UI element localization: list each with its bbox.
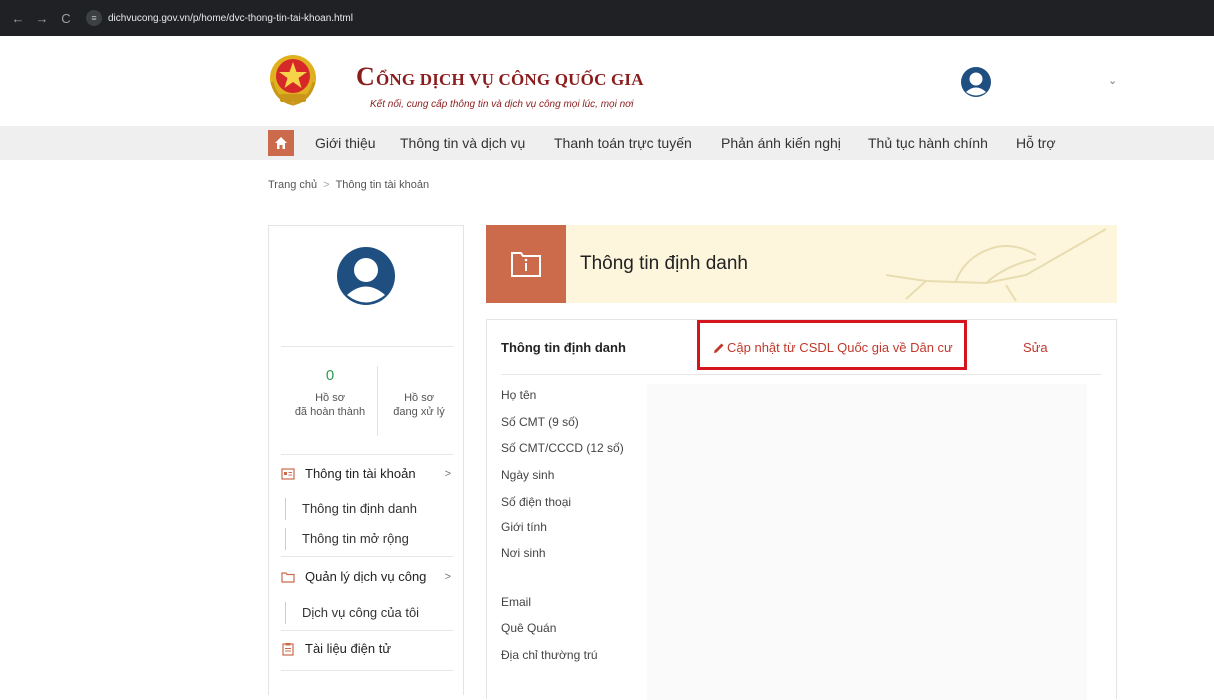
stat-label-line: đang xử lý bbox=[393, 406, 445, 418]
folder-info-icon bbox=[511, 252, 541, 277]
sidebar-group-service-management[interactable]: Quản lý dịch vụ công > bbox=[281, 569, 453, 584]
field-label-email: Email bbox=[501, 595, 532, 609]
stat-label-line: Hồ sơ bbox=[404, 392, 434, 404]
menu-item-thong-tin-dich-vu[interactable]: Thông tin và dịch vụ bbox=[400, 135, 525, 151]
url-text: dichvucong.gov.vn/p/home/dvc-thong-tin-t… bbox=[108, 12, 353, 24]
sidebar-group-label: Thông tin tài khoản bbox=[305, 466, 416, 481]
edit-link[interactable]: Sửa bbox=[1023, 340, 1048, 355]
field-label-ho-ten: Họ tên bbox=[501, 388, 537, 402]
sidebar-divider bbox=[281, 454, 453, 455]
stat-label-line: Hồ sơ bbox=[315, 392, 345, 404]
highlight-annotation-box bbox=[697, 320, 967, 370]
home-button[interactable] bbox=[268, 130, 294, 156]
profile-avatar-icon bbox=[337, 247, 395, 305]
info-values-area bbox=[647, 384, 1087, 700]
stat-label-line: đã hoàn thành bbox=[294, 406, 366, 418]
stat-processing-label: Hồ sơ đang xử lý bbox=[379, 391, 459, 419]
stat-separator bbox=[377, 366, 378, 436]
title-initial: C bbox=[356, 62, 375, 91]
menu-item-thu-tuc[interactable]: Thủ tục hành chính bbox=[868, 135, 988, 151]
menu-item-phan-anh[interactable]: Phản ánh kiến nghị bbox=[721, 135, 841, 151]
sidebar-item-thong-tin-mo-rong[interactable]: Thông tin mở rộng bbox=[285, 528, 409, 550]
banner-icon-box bbox=[486, 225, 566, 303]
address-bar[interactable]: ≡ dichvucong.gov.vn/p/home/dvc-thong-tin… bbox=[86, 6, 353, 30]
forward-icon[interactable]: → bbox=[32, 8, 52, 28]
breadcrumb-separator: > bbox=[323, 179, 330, 191]
breadcrumb-home[interactable]: Trang chủ bbox=[268, 179, 317, 191]
account-sidebar: 0 Hồ sơ đã hoàn thành Hồ sơ đang xử lý T… bbox=[268, 225, 464, 695]
reload-icon[interactable]: C bbox=[56, 8, 76, 28]
field-label-dia-chi-thuong-tru: Địa chỉ thường trú bbox=[501, 648, 598, 662]
field-label-so-cmt-9: Số CMT (9 số) bbox=[501, 415, 579, 429]
sidebar-divider bbox=[281, 556, 453, 557]
stat-completed-label: Hồ sơ đã hoàn thành bbox=[281, 391, 379, 419]
site-header: CỔNG DỊCH VỤ CÔNG QUỐC GIA Kết nối, cung… bbox=[0, 36, 1214, 128]
id-card-icon bbox=[281, 467, 295, 480]
sidebar-item-dich-vu-cong-cua-toi[interactable]: Dịch vụ công của tôi bbox=[285, 602, 419, 624]
stat-completed[interactable]: 0 Hồ sơ đã hoàn thành bbox=[281, 367, 379, 419]
panel-title: Thông tin định danh bbox=[501, 340, 626, 355]
chevron-right-icon: > bbox=[444, 467, 451, 480]
field-label-que-quan: Quê Quán bbox=[501, 621, 557, 635]
stat-completed-count: 0 bbox=[325, 367, 335, 384]
menu-item-gioi-thieu[interactable]: Giới thiệu bbox=[315, 135, 376, 151]
menu-item-thanh-toan[interactable]: Thanh toán trực tuyến bbox=[554, 135, 692, 151]
sidebar-divider bbox=[281, 630, 453, 631]
field-label-noi-sinh: Nơi sinh bbox=[501, 546, 546, 560]
stat-processing[interactable]: Hồ sơ đang xử lý bbox=[379, 367, 459, 419]
sidebar-divider bbox=[281, 346, 453, 347]
banner-title: Thông tin định danh bbox=[580, 253, 748, 274]
sidebar-group-label: Quản lý dịch vụ công bbox=[305, 569, 427, 584]
crane-watermark-icon bbox=[885, 228, 1107, 302]
folder-icon bbox=[281, 571, 295, 583]
home-icon bbox=[275, 137, 287, 149]
breadcrumb-current: Thông tin tài khoản bbox=[335, 179, 430, 191]
sidebar-group-account-info[interactable]: Thông tin tài khoản > bbox=[281, 466, 453, 481]
field-label-so-cccd-12: Số CMT/CCCD (12 số) bbox=[501, 441, 624, 455]
sidebar-divider bbox=[281, 670, 453, 671]
chevron-right-icon: > bbox=[444, 570, 451, 583]
breadcrumb: Trang chủ > Thông tin tài khoản bbox=[268, 179, 429, 191]
field-label-so-dien-thoai: Số điện thoại bbox=[501, 495, 572, 509]
menu-item-ho-tro[interactable]: Hỗ trợ bbox=[1016, 135, 1056, 151]
main-menu: Giới thiệu Thông tin và dịch vụ Thanh to… bbox=[0, 126, 1214, 160]
portal-title[interactable]: CỔNG DỊCH VỤ CÔNG QUỐC GIA bbox=[356, 62, 644, 92]
back-icon[interactable]: ← bbox=[8, 8, 28, 28]
sidebar-item-thong-tin-dinh-danh[interactable]: Thông tin định danh bbox=[285, 498, 417, 520]
portal-subtitle: Kết nối, cung cấp thông tin và dịch vụ c… bbox=[370, 99, 634, 110]
title-text: ỔNG DỊCH VỤ CÔNG QUỐC GIA bbox=[375, 70, 644, 89]
panel-divider bbox=[501, 374, 1101, 375]
identity-info-panel: Thông tin định danh Cập nhật từ CSDL Quố… bbox=[486, 319, 1117, 700]
national-emblem-icon[interactable] bbox=[268, 52, 318, 108]
site-info-icon[interactable]: ≡ bbox=[86, 10, 102, 26]
field-label-ngay-sinh: Ngày sinh bbox=[501, 468, 555, 482]
page-banner: Thông tin định danh bbox=[566, 225, 1117, 303]
account-menu-caret-icon[interactable]: ⌄ bbox=[1108, 74, 1117, 87]
browser-toolbar: ← → C ≡ dichvucong.gov.vn/p/home/dvc-tho… bbox=[0, 0, 1214, 36]
sidebar-group-label: Tài liệu điện tử bbox=[305, 641, 392, 656]
user-avatar-icon[interactable] bbox=[960, 66, 992, 98]
sidebar-group-electronic-documents[interactable]: Tài liệu điện tử bbox=[281, 641, 453, 656]
stat-processing-count bbox=[379, 367, 459, 385]
field-label-gioi-tinh: Giới tính bbox=[501, 520, 547, 534]
clipboard-icon bbox=[282, 642, 294, 656]
